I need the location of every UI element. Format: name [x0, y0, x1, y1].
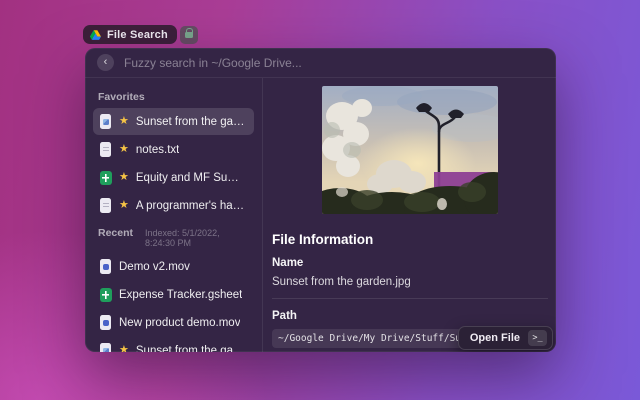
favorite-star-icon: ★ [119, 144, 129, 155]
enter-key-icon: >_ [528, 330, 547, 346]
file-row[interactable]: Demo v2.mov [93, 253, 254, 280]
lock-chip[interactable] [180, 26, 198, 44]
file-icon [99, 142, 112, 157]
file-icon [99, 315, 112, 330]
path-label: Path [272, 310, 548, 322]
detail-panel: File Information Name Sunset from the ga… [263, 78, 556, 352]
file-preview-image [322, 86, 498, 214]
name-value: Sunset from the garden.jpg [272, 276, 548, 288]
file-row[interactable]: New product demo.mov [93, 309, 254, 336]
file-icon [99, 287, 112, 302]
file-search-window: ‹ Fuzzy search in ~/Google Drive... Favo… [85, 48, 556, 352]
divider [272, 298, 548, 299]
file-icon [99, 343, 112, 352]
file-row[interactable]: ★ A programmer's handbook.p... [93, 192, 254, 219]
file-row[interactable]: ★ Sunset from the garden.jpg [93, 337, 254, 352]
lock-icon [185, 31, 193, 40]
file-icon [99, 114, 112, 129]
app-pill[interactable]: File Search [83, 25, 177, 44]
window-body: Favorites ★ Sunset from the garden.jpg ★… [85, 78, 556, 352]
file-icon [99, 198, 112, 213]
favorite-star-icon: ★ [119, 172, 129, 183]
open-file-label: Open File [470, 332, 520, 344]
file-row[interactable]: Expense Tracker.gsheet [93, 281, 254, 308]
recent-section-header: Recent Indexed: 5/1/2022, 8:24:30 PM [93, 220, 254, 253]
file-information-heading: File Information [272, 232, 548, 247]
file-row[interactable]: ★ Equity and MF Sum.gsheet [93, 164, 254, 191]
recent-title: Recent [98, 227, 133, 239]
back-chevron-icon: ‹ [104, 57, 108, 68]
search-bar: ‹ Fuzzy search in ~/Google Drive... [85, 48, 556, 78]
favorite-star-icon: ★ [119, 116, 129, 127]
indexed-timestamp: Indexed: 5/1/2022, 8:24:30 PM [145, 228, 249, 248]
favorite-star-icon: ★ [119, 200, 129, 211]
favorites-section-header: Favorites [93, 84, 254, 108]
app-badge-label: File Search [107, 29, 168, 41]
file-list: Favorites ★ Sunset from the garden.jpg ★… [85, 78, 263, 352]
search-input[interactable]: Fuzzy search in ~/Google Drive... [124, 56, 302, 70]
file-row[interactable]: ★ Sunset from the garden.jpg [93, 108, 254, 135]
file-icon [99, 170, 112, 185]
google-drive-icon [90, 30, 101, 40]
name-label: Name [272, 257, 548, 269]
back-button[interactable]: ‹ [97, 54, 114, 71]
open-file-button[interactable]: Open File >_ [458, 326, 553, 350]
app-badge: File Search [83, 25, 198, 44]
favorite-star-icon: ★ [119, 345, 129, 352]
favorites-title: Favorites [98, 91, 145, 103]
file-icon [99, 259, 112, 274]
file-row[interactable]: ★ notes.txt [93, 136, 254, 163]
